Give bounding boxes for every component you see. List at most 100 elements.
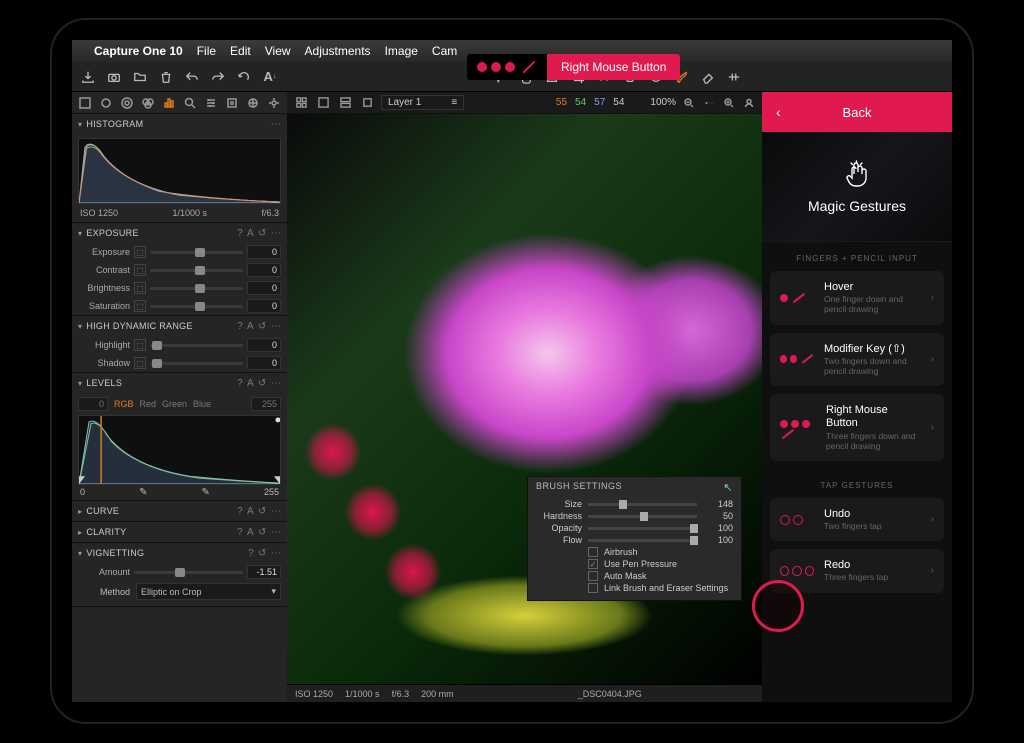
panel-auto-icon[interactable]: A	[247, 228, 254, 239]
vignette-amount-slider[interactable]: Amount-1.51	[72, 563, 287, 581]
footer-aperture: f/6.3	[392, 689, 410, 699]
tab-library-icon[interactable]	[78, 95, 91, 111]
auto-mask-checkbox[interactable]	[588, 571, 598, 581]
gesture-hover-card[interactable]: HoverOne finger down and pencil drawing …	[770, 271, 944, 325]
back-button[interactable]: ‹ Back	[762, 92, 952, 132]
proof-icon[interactable]	[359, 95, 375, 111]
brightness-slider[interactable]: Brightness⬚0	[72, 279, 287, 297]
panel-more-icon[interactable]: ⋯	[271, 321, 281, 332]
chevron-down-icon[interactable]: ▾	[78, 229, 82, 238]
exposure-slider[interactable]: Exposure⬚0	[72, 243, 287, 261]
chevron-down-icon[interactable]: ▾	[78, 120, 82, 129]
tab-settings-icon[interactable]	[268, 95, 281, 111]
panel-help-icon[interactable]: ?	[237, 228, 243, 239]
app-name-menu[interactable]: Capture One 10	[94, 44, 183, 58]
mask-indicator[interactable]: ⬚	[134, 264, 146, 276]
tab-adjust-icon[interactable]	[205, 95, 218, 111]
chevron-down-icon[interactable]: ▾	[78, 322, 82, 331]
panel-more-icon[interactable]: ⋯	[271, 119, 281, 130]
reset-icon[interactable]	[234, 67, 254, 87]
gradient-tool-icon[interactable]	[724, 67, 744, 87]
black-point-picker-icon[interactable]: ✎	[139, 487, 147, 498]
gesture-redo-card[interactable]: RedoThree fingers tap ›	[770, 549, 944, 592]
levels-tab-blue[interactable]: Blue	[193, 399, 211, 409]
panel-auto-icon[interactable]: A	[247, 378, 254, 389]
text-tool-icon[interactable]: A↓	[260, 67, 280, 87]
panel-reset-icon[interactable]: ↺	[258, 378, 267, 389]
tab-output-icon[interactable]	[247, 95, 260, 111]
saturation-slider[interactable]: Saturation⬚0	[72, 297, 287, 315]
import-icon[interactable]	[78, 67, 98, 87]
levels-tab-rgb[interactable]: RGB	[114, 399, 134, 409]
zoom-slider[interactable]	[702, 96, 716, 110]
grid-view-icon[interactable]	[293, 95, 309, 111]
panel-reset-icon[interactable]: ↺	[258, 228, 267, 239]
gesture-modifier-card[interactable]: Modifier Key (⇧)Two fingers down and pen…	[770, 333, 944, 387]
tab-color-icon[interactable]	[141, 95, 154, 111]
folder-icon[interactable]	[130, 67, 150, 87]
mask-indicator[interactable]: ⬚	[134, 282, 146, 294]
mask-indicator[interactable]: ⬚	[134, 339, 146, 351]
levels-output-white[interactable]: 255	[264, 487, 279, 498]
levels-input-black[interactable]: 0	[78, 397, 108, 411]
trash-icon[interactable]	[156, 67, 176, 87]
layer-select[interactable]: Layer 1≡	[381, 95, 464, 110]
levels-histogram[interactable]	[78, 415, 281, 485]
touch-indicator	[345, 484, 401, 540]
levels-title: LEVELS	[86, 378, 122, 388]
menu-adjustments[interactable]: Adjustments	[305, 44, 371, 58]
panel-help-icon[interactable]: ?	[237, 321, 243, 332]
multi-view-icon[interactable]	[337, 95, 353, 111]
contrast-slider[interactable]: Contrast⬚0	[72, 261, 287, 279]
vignette-method-select[interactable]: Elliptic on Crop▾	[136, 583, 281, 600]
panel-auto-icon[interactable]: A	[247, 321, 254, 332]
gesture-undo-card[interactable]: UndoTwo fingers tap ›	[770, 498, 944, 541]
brush-size-slider[interactable]	[588, 503, 697, 506]
tab-capture-icon[interactable]	[99, 95, 112, 111]
chevron-down-icon[interactable]: ▾	[78, 549, 82, 558]
panel-reset-icon[interactable]: ↺	[258, 321, 267, 332]
menu-image[interactable]: Image	[385, 44, 418, 58]
mask-indicator[interactable]: ⬚	[134, 357, 146, 369]
chevron-down-icon[interactable]: ▾	[78, 379, 82, 388]
menu-edit[interactable]: Edit	[230, 44, 251, 58]
highlight-slider[interactable]: Highlight⬚0	[72, 336, 287, 354]
panel-help-icon[interactable]: ?	[237, 378, 243, 389]
brush-flow-slider[interactable]	[588, 539, 697, 542]
undo-icon[interactable]	[182, 67, 202, 87]
menu-file[interactable]: File	[197, 44, 216, 58]
eraser-tool-icon[interactable]	[698, 67, 718, 87]
tab-details-icon[interactable]	[183, 95, 196, 111]
levels-output-black[interactable]: 0	[80, 487, 85, 498]
single-view-icon[interactable]	[315, 95, 331, 111]
white-point-picker-icon[interactable]: ✎	[202, 487, 210, 498]
brush-settings-popup[interactable]: BRUSH SETTINGS↖ Size148 Hardness50 Opaci…	[527, 476, 742, 601]
chevron-right-icon[interactable]: ▸	[78, 528, 82, 537]
airbrush-checkbox[interactable]	[588, 547, 598, 557]
link-brush-checkbox[interactable]	[588, 583, 598, 593]
levels-input-white[interactable]: 255	[251, 397, 281, 411]
tab-exposure-icon[interactable]	[162, 95, 175, 111]
zoom-out-icon[interactable]	[682, 96, 696, 110]
pen-pressure-checkbox[interactable]: ✓	[588, 559, 598, 569]
shadow-slider[interactable]: Shadow⬚0	[72, 354, 287, 372]
gesture-rmb-card[interactable]: Right Mouse ButtonThree fingers down and…	[770, 394, 944, 461]
tab-lens-icon[interactable]	[120, 95, 133, 111]
redo-icon[interactable]	[208, 67, 228, 87]
chevron-right-icon[interactable]: ▸	[78, 507, 82, 516]
zoom-in-icon[interactable]	[722, 96, 736, 110]
panel-more-icon[interactable]: ⋯	[271, 228, 281, 239]
levels-tab-red[interactable]: Red	[140, 399, 157, 409]
menu-camera[interactable]: Cam	[432, 44, 457, 58]
brush-hardness-slider[interactable]	[588, 515, 697, 518]
mask-indicator[interactable]: ⬚	[134, 246, 146, 258]
user-icon[interactable]	[742, 96, 756, 110]
menu-view[interactable]: View	[265, 44, 291, 58]
camera-icon[interactable]	[104, 67, 124, 87]
tab-meta-icon[interactable]	[226, 95, 239, 111]
mask-indicator[interactable]: ⬚	[134, 300, 146, 312]
panel-more-icon[interactable]: ⋯	[271, 378, 281, 389]
brush-opacity-slider[interactable]	[588, 527, 697, 530]
chevron-right-icon: ›	[931, 565, 934, 576]
levels-tab-green[interactable]: Green	[162, 399, 187, 409]
